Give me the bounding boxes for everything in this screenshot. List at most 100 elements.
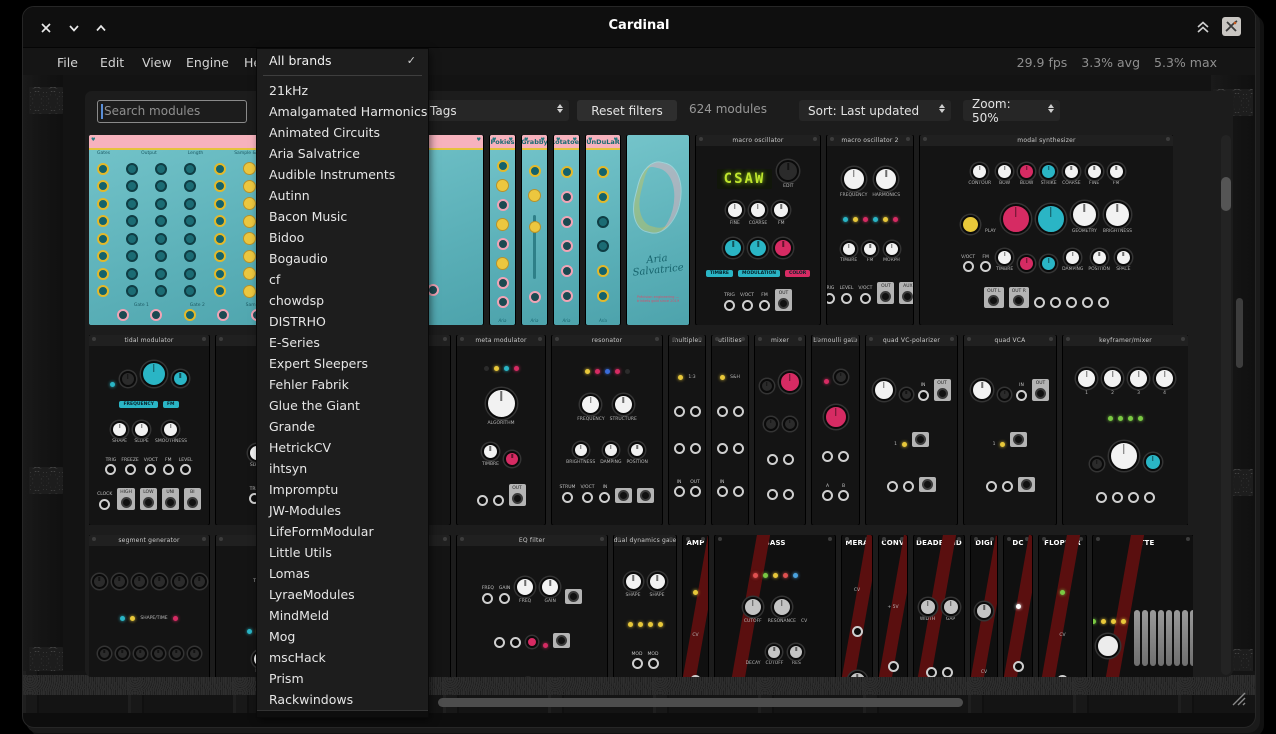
module-quad-vca[interactable]: quad VCAINOUT1 (964, 335, 1056, 525)
brand-menu-item-chowdsp[interactable]: chowdsp (257, 290, 428, 311)
brand-menu-item-fehler-fabrik[interactable]: Fehler Fabrik (257, 374, 428, 395)
brand-menu-item-lyraemodules[interactable]: LyraeModules (257, 584, 428, 605)
brand-menu-item-glue-the-giant[interactable]: Glue the Giant (257, 395, 428, 416)
module-dual-dynamics-gate[interactable]: dual dynamics gateSHAPESHAPEMODMOD (614, 535, 676, 677)
jack-group: LEVEL (840, 286, 854, 304)
zoom-select[interactable]: Zoom: 50% (963, 100, 1060, 121)
brand-menu-item-ihtsyn[interactable]: ihtsyn (257, 458, 428, 479)
brand-menu-item-e-series[interactable]: E-Series (257, 332, 428, 353)
brand-menu-item-amalgamated-harmonics[interactable]: Amalgamated Harmonics (257, 101, 428, 122)
module-grabby[interactable]: ♥Grabby♥Aria (522, 135, 547, 325)
module-rotatoes[interactable]: ♥Rotatoes♥Aria (554, 135, 579, 325)
module-macro-oscillator-2[interactable]: macro oscillator 2FREQUENCYHARMONICSTIMB… (827, 135, 913, 325)
module-deadband[interactable]: DEADBANDWIDTHGAP (914, 535, 964, 677)
module-quad-vc-polarizer[interactable]: quad VC-polarizerINOUT1 (866, 335, 957, 525)
module-dc[interactable]: DC (1004, 535, 1032, 677)
module-panel[interactable]: AriaSalvatricePrécision engineering — tr… (627, 135, 689, 325)
brand-menu-item-all[interactable]: All brands ✓ (257, 49, 428, 72)
module-multiples[interactable]: multiples1:3INOUT (669, 335, 705, 525)
module-resonator[interactable]: resonatorFREQUENCYSTRUCTUREBRIGHTNESSDAM… (552, 335, 662, 525)
brand-menu-item-little-utils[interactable]: Little Utils (257, 542, 428, 563)
brand-menu-item-aria-salvatrice[interactable]: Aria Salvatrice (257, 143, 428, 164)
jack-group: IN (1016, 383, 1027, 401)
module-amp[interactable]: AMPCV (683, 535, 708, 677)
knob (996, 163, 1013, 180)
tags-select[interactable]: Tags (421, 100, 569, 121)
brand-menu-item-prism[interactable]: Prism (257, 668, 428, 689)
brand-menu-item-21khz[interactable]: 21kHz (257, 80, 428, 101)
jack (674, 406, 685, 417)
module-conv[interactable]: CONV+ 5V (879, 535, 907, 677)
module-title: tidal modulator (89, 335, 209, 346)
module-jette[interactable]: JETTE (1093, 535, 1193, 677)
brand-menu-item-autinn[interactable]: Autinn (257, 185, 428, 206)
knob-label: FINE (730, 221, 740, 226)
module-pokies[interactable]: ♥Pokies♥Aria (490, 135, 515, 325)
brand-menu-item-bidoo[interactable]: Bidoo (257, 227, 428, 248)
brand-menu-item-bacon-music[interactable]: Bacon Music (257, 206, 428, 227)
knob-label: RESONANCE (768, 619, 796, 624)
brand-menu-item-lomas[interactable]: Lomas (257, 563, 428, 584)
brand-menu-item-rackwindows[interactable]: Rackwindows (257, 689, 428, 710)
brand-menu-item-lifeformmodular[interactable]: LifeFormModular (257, 521, 428, 542)
knob-group (1040, 255, 1057, 272)
brand-menu-item-cf[interactable]: cf (257, 269, 428, 290)
module-face: CONTOURBOWBLOWSTRIKECOARSEFINEFMPLAYGEOM… (920, 146, 1173, 325)
brand-menu-item-animated-circuits[interactable]: Animated Circuits (257, 122, 428, 143)
jack (674, 443, 685, 454)
sort-select[interactable]: Sort: Last updated (799, 100, 951, 121)
knob-group: SPACE (1115, 249, 1132, 273)
reset-filters-button[interactable]: Reset filters (577, 100, 677, 121)
brand-menu-item-mschack[interactable]: mscHack (257, 647, 428, 668)
knob (1115, 249, 1132, 266)
jack-label: FM (165, 458, 171, 463)
module-flopper[interactable]: FLOPPERCV (1039, 535, 1086, 677)
module-digi[interactable]: DIGICV (971, 535, 997, 677)
resize-handle[interactable] (1227, 687, 1247, 707)
brand-menu-item-mindmeld[interactable]: MindMeld (257, 605, 428, 626)
menu-view[interactable]: View (142, 55, 172, 70)
brand-menu-item-distrho[interactable]: DISTRHO (257, 311, 428, 332)
menu-file[interactable]: File (57, 55, 78, 70)
module-keyframer-mixer[interactable]: keyframer/mixer1234 (1063, 335, 1188, 525)
module-segment-generator[interactable]: segment generatorSHAPE/TIME (89, 535, 209, 677)
brand-menu-item-expert-sleepers[interactable]: Expert Sleepers (257, 353, 428, 374)
knob-label: ALGORITHM (487, 421, 514, 426)
browser-scrollbar-track[interactable] (1221, 135, 1231, 675)
horizontal-scrollbar[interactable] (438, 698, 963, 707)
module-mera[interactable]: MERACV (842, 535, 872, 677)
brand-menu-item-impromptu[interactable]: Impromptu (257, 479, 428, 500)
jack (180, 464, 191, 475)
brand-menu-item-bogaudio[interactable]: Bogaudio (257, 248, 428, 269)
module-meta-modulator[interactable]: meta modulatorALGORITHMTIMBREOUT (457, 335, 545, 525)
browser-scrollbar-thumb[interactable] (1221, 177, 1231, 211)
collapse-all-icon[interactable] (1195, 19, 1211, 39)
module-utilities[interactable]: utilitiesS&HIN (712, 335, 748, 525)
module-bernoulli-gate[interactable]: bernoulli gateAB (812, 335, 859, 525)
brand-menu-item-jw-modules[interactable]: JW-Modules (257, 500, 428, 521)
module-face: CUTOFFRESONANCECVDECAYCUTOFFRESENVMODACC… (715, 551, 835, 677)
module-eq-filter[interactable]: EQ filterFREQGAINFREQGAIN (457, 535, 607, 677)
knob-label: BRIGHTNESS (1103, 229, 1132, 234)
rack-vertical-scrollbar[interactable] (1236, 298, 1243, 368)
knob (834, 370, 848, 384)
knob-group (764, 417, 778, 431)
module-mixer[interactable]: mixer (755, 335, 805, 525)
menu-engine[interactable]: Engine (186, 55, 229, 70)
brand-menu-item-audible-instruments[interactable]: Audible Instruments (257, 164, 428, 185)
menu-edit[interactable]: Edit (100, 55, 124, 70)
module-undular[interactable]: ♥UnDuLaR♥Aria (586, 135, 620, 325)
module-modal-synthesizer[interactable]: modal synthesizerCONTOURBOWBLOWSTRIKECOA… (920, 135, 1173, 325)
jack (562, 492, 573, 503)
led-indicator (843, 217, 848, 222)
heart-icon: ♥ (541, 137, 545, 143)
brand-menu-item-grande[interactable]: Grande (257, 416, 428, 437)
menu-separator (263, 75, 422, 76)
module-macro-oscillator[interactable]: macro oscillatorCSAWEDITFINECOARSEFMTIMB… (696, 135, 820, 325)
brand-menu-item-mog[interactable]: Mog (257, 626, 428, 647)
module-bass[interactable]: BASSCUTOFFRESONANCECVDECAYCUTOFFRESENVMO… (715, 535, 835, 677)
brand-menu-item-hetrickcv[interactable]: HetrickCV (257, 437, 428, 458)
search-input[interactable] (104, 102, 240, 119)
screw (923, 137, 927, 141)
module-tidal-modulator[interactable]: tidal modulatorFREQUENCYFMSHAPESLOPESMOO… (89, 335, 209, 525)
